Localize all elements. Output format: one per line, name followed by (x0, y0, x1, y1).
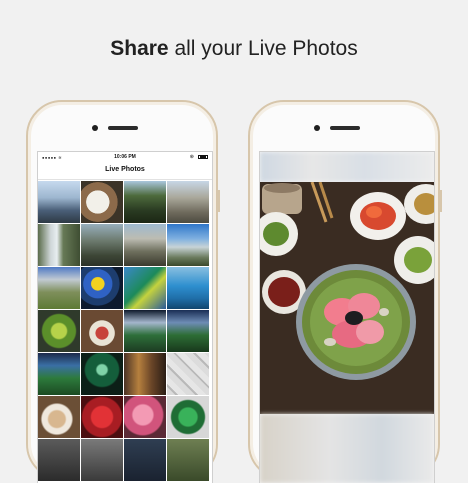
photo-thumbnail-climbing-wall[interactable] (167, 353, 209, 395)
photo-thumbnail-flowers[interactable] (81, 267, 123, 309)
photo-grid (38, 181, 212, 481)
photo-thumbnail[interactable] (124, 439, 166, 481)
phone-screen: ●●●●● ≋ 10:06 PM ⊛ Live Photos (37, 151, 213, 483)
photo-thumbnail[interactable] (167, 439, 209, 481)
headline-bold: Share (110, 37, 169, 60)
photo-thumbnail-ballpark[interactable] (38, 353, 80, 395)
camera-icon (314, 125, 320, 131)
photo-thumbnail-blossom[interactable] (124, 396, 166, 438)
status-time: 10:06 PM (114, 154, 136, 160)
headline: Share all your Live Photos (0, 37, 468, 61)
rotation-lock-icon: ⊛ (189, 154, 194, 160)
speaker-grille (330, 126, 360, 130)
phone-right (248, 100, 442, 483)
live-photo-image[interactable] (260, 182, 434, 414)
photo-thumbnail-green-monster[interactable] (167, 396, 209, 438)
food-photo-illustration (260, 182, 434, 414)
photo-thumbnail-granite[interactable] (124, 224, 166, 266)
photo-thumbnail-city[interactable] (38, 181, 80, 223)
photo-thumbnail-pool[interactable] (167, 267, 209, 309)
photo-thumbnail-night-field[interactable] (81, 353, 123, 395)
status-bar: ●●●●● ≋ 10:06 PM ⊛ (38, 152, 212, 163)
photo-thumbnail[interactable] (38, 439, 80, 481)
photo-thumbnail-dish[interactable] (81, 310, 123, 352)
photo-thumbnail-stadium[interactable] (124, 310, 166, 352)
photo-thumbnail-forest[interactable] (124, 181, 166, 223)
photo-thumbnail-field[interactable] (167, 310, 209, 352)
blurred-footer (260, 414, 434, 483)
photo-thumbnail-aquarium[interactable] (124, 267, 166, 309)
photo-thumbnail-red[interactable] (81, 396, 123, 438)
headline-rest: all your Live Photos (168, 37, 358, 60)
photo-thumbnail-food[interactable] (81, 181, 123, 223)
blurred-header (260, 152, 434, 182)
nav-title: Live Photos (38, 163, 212, 180)
photo-thumbnail-waterfall[interactable] (38, 224, 80, 266)
photo-thumbnail-valley[interactable] (81, 224, 123, 266)
side-button (218, 190, 220, 212)
photo-thumbnail-platter[interactable] (38, 396, 80, 438)
photo-thumbnail-meadow[interactable] (38, 267, 80, 309)
phone-screen (259, 151, 435, 483)
photo-thumbnail-rocks[interactable] (167, 181, 209, 223)
speaker-grille (108, 126, 138, 130)
photo-thumbnail-museum[interactable] (124, 353, 166, 395)
photo-thumbnail-plant[interactable] (38, 310, 80, 352)
side-button (440, 190, 442, 212)
camera-icon (92, 125, 98, 131)
photo-thumbnail[interactable] (81, 439, 123, 481)
phone-left: ●●●●● ≋ 10:06 PM ⊛ Live Photos (26, 100, 220, 483)
battery-icon (198, 155, 208, 159)
photo-thumbnail-sky[interactable] (167, 224, 209, 266)
